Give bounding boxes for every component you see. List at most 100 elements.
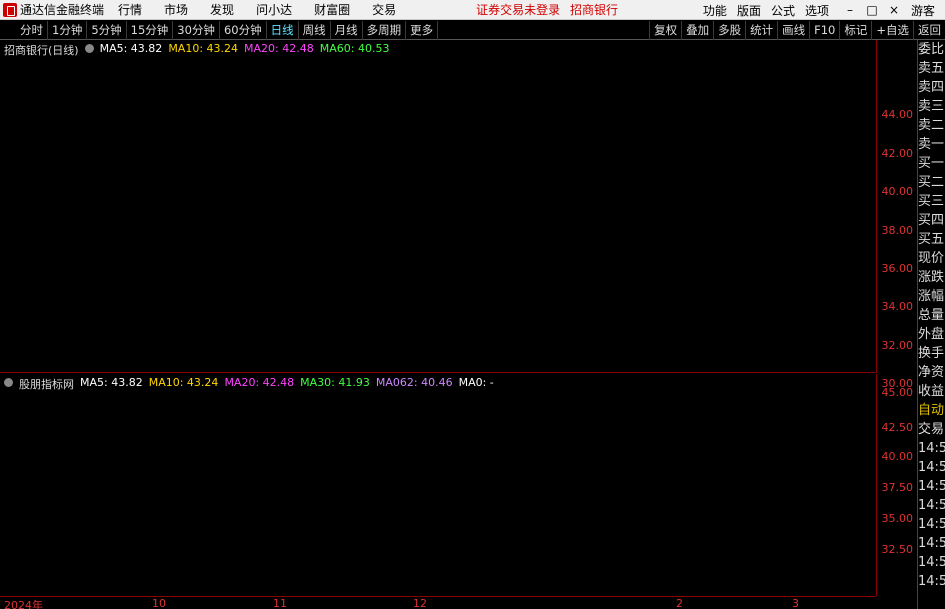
menu-options[interactable]: 选项 xyxy=(805,2,829,19)
tf-15min[interactable]: 15分钟 xyxy=(127,20,174,40)
trade-label[interactable]: 交易 xyxy=(918,420,945,439)
f10-button[interactable]: F10 xyxy=(809,21,839,40)
price-tick: 44.00 xyxy=(881,108,914,121)
tf-60min[interactable]: 60分钟 xyxy=(220,20,267,40)
app-logo-icon xyxy=(3,2,17,17)
draw-button[interactable]: 画线 xyxy=(777,21,809,40)
date-label: 10 xyxy=(152,597,166,609)
quote-label: 收益 xyxy=(918,384,945,399)
quote-label: 净资 xyxy=(918,365,945,380)
ma-label: MA5: 43.82 xyxy=(99,42,163,55)
indicator-tick: 45.00 xyxy=(881,386,914,399)
date-label: 11 xyxy=(273,597,287,609)
quote-label: 买一 xyxy=(918,156,945,171)
menu-ask[interactable]: 问小达 xyxy=(256,1,292,18)
price-tick: 32.00 xyxy=(881,339,914,352)
menu-market[interactable]: 市场 xyxy=(164,1,188,18)
tf-monthly[interactable]: 月线 xyxy=(331,20,363,40)
auto-trade-label[interactable]: 自动 xyxy=(918,401,945,420)
ma-label: MA10: 43.24 xyxy=(168,42,239,55)
quote-label: 卖五 xyxy=(918,61,945,76)
quote-label: 换手 xyxy=(918,346,945,361)
tick-time: 14:56 xyxy=(918,517,945,532)
price-tick: 40.00 xyxy=(881,185,914,198)
tf-more[interactable]: 更多 xyxy=(406,20,439,40)
user-label[interactable]: 游客 xyxy=(911,2,935,19)
tf-multi[interactable]: 多周期 xyxy=(363,20,407,40)
ma-label: MA30: 41.93 xyxy=(300,376,370,389)
tf-30min[interactable]: 30分钟 xyxy=(173,20,220,40)
indicator-tick: 35.00 xyxy=(881,512,914,525)
ma-label: MA10: 43.24 xyxy=(148,376,219,389)
quote-label: 卖二 xyxy=(918,118,945,133)
menu-layout[interactable]: 版面 xyxy=(737,2,761,19)
timeframe-toolbar: 分时 1分钟 5分钟 15分钟 30分钟 60分钟 日线 周线 月线 多周期 更… xyxy=(0,20,945,40)
quote-label: 涨幅 xyxy=(918,289,945,304)
tf-intraday[interactable]: 分时 xyxy=(0,20,48,40)
menu-wealth[interactable]: 财富圈 xyxy=(314,1,350,18)
adjust-button[interactable]: 复权 xyxy=(649,21,681,40)
price-tick: 36.00 xyxy=(881,262,914,275)
indicator-axis: 45.00 42.50 40.00 37.50 35.00 32.50 xyxy=(876,374,917,596)
tick-time: 14:56 xyxy=(918,536,945,551)
tick-time: 14:56 xyxy=(918,479,945,494)
quote-label: 总量 xyxy=(918,308,945,323)
quote-label: 委比 xyxy=(918,42,945,57)
ma-label: MA062: 40.46 xyxy=(375,376,453,389)
menu-quotes[interactable]: 行情 xyxy=(118,1,142,18)
login-notice[interactable]: 证券交易未登录 招商银行 xyxy=(476,1,624,18)
mark-button[interactable]: 标记 xyxy=(839,21,871,40)
indicator-legend: 股朋指标网 MA5: 43.82 MA10: 43.24 MA20: 42.48… xyxy=(4,376,500,392)
indicator-title: 股朋指标网 xyxy=(19,378,74,391)
current-stock-name: 招商银行 xyxy=(569,3,618,17)
multi-stock-button[interactable]: 多股 xyxy=(713,21,745,40)
tf-5min[interactable]: 5分钟 xyxy=(87,20,127,40)
maximize-icon[interactable]: □ xyxy=(861,3,883,17)
date-label: 2024年 xyxy=(4,599,43,609)
minimize-icon[interactable]: – xyxy=(839,3,861,17)
date-label: 12 xyxy=(413,597,427,609)
toolbar-right: 复权 叠加 多股 统计 画线 F10 标记 +自选 返回 xyxy=(649,21,945,40)
settings-icon[interactable] xyxy=(4,378,13,387)
trade-login-status[interactable]: 证券交易未登录 xyxy=(476,3,560,17)
tf-1min[interactable]: 1分钟 xyxy=(48,20,88,40)
price-tick: 38.00 xyxy=(881,224,914,237)
settings-icon[interactable] xyxy=(84,44,94,53)
quote-panel: 委比 卖五 卖四 卖三 卖二 卖一 买一 买二 买三 买四 买五 现价 涨跌 涨… xyxy=(917,40,945,609)
tf-weekly[interactable]: 周线 xyxy=(299,20,331,40)
quote-label: 卖一 xyxy=(918,137,945,152)
quote-label: 卖三 xyxy=(918,99,945,114)
ma-label: MA5: 43.82 xyxy=(80,376,143,389)
indicator-tick: 40.00 xyxy=(881,450,914,463)
menu-formula[interactable]: 公式 xyxy=(771,2,795,19)
menu-trade[interactable]: 交易 xyxy=(372,1,396,18)
date-label: 3 xyxy=(792,597,799,609)
price-tick: 34.00 xyxy=(881,300,914,313)
quote-label: 买五 xyxy=(918,232,945,247)
tick-time: 14:56 xyxy=(918,441,945,456)
indicator-chart[interactable]: 股朋指标网 MA5: 43.82 MA10: 43.24 MA20: 42.48… xyxy=(0,374,876,596)
ma-label: MA20: 42.48 xyxy=(224,376,295,389)
quote-label: 买四 xyxy=(918,213,945,228)
menu-discover[interactable]: 发现 xyxy=(210,1,234,18)
ma-label: MA20: 42.48 xyxy=(244,42,314,55)
main-price-chart[interactable]: 招商银行(日线) MA5: 43.82 MA10: 43.24 MA20: 42… xyxy=(0,40,876,373)
menu-right: 功能 版面 公式 选项 – □ × 游客 xyxy=(703,0,945,20)
add-watchlist-button[interactable]: +自选 xyxy=(871,21,913,40)
price-tick: 42.00 xyxy=(881,147,914,160)
tf-daily[interactable]: 日线 xyxy=(267,20,299,40)
stock-title: 招商银行(日线) xyxy=(4,44,79,57)
tick-time: 14:56 xyxy=(918,574,945,589)
indicator-tick: 32.50 xyxy=(881,543,914,556)
overlay-button[interactable]: 叠加 xyxy=(681,21,713,40)
close-icon[interactable]: × xyxy=(883,3,905,17)
quote-label: 买二 xyxy=(918,175,945,190)
tick-time: 14:56 xyxy=(918,555,945,570)
back-button[interactable]: 返回 xyxy=(913,21,945,40)
menu-functions[interactable]: 功能 xyxy=(703,2,727,19)
quote-label: 买三 xyxy=(918,194,945,209)
main-price-axis: 44.00 42.00 40.00 38.00 36.00 34.00 32.0… xyxy=(876,40,917,390)
tick-time: 14:56 xyxy=(918,460,945,475)
quote-label: 涨跌 xyxy=(918,270,945,285)
stats-button[interactable]: 统计 xyxy=(745,21,777,40)
